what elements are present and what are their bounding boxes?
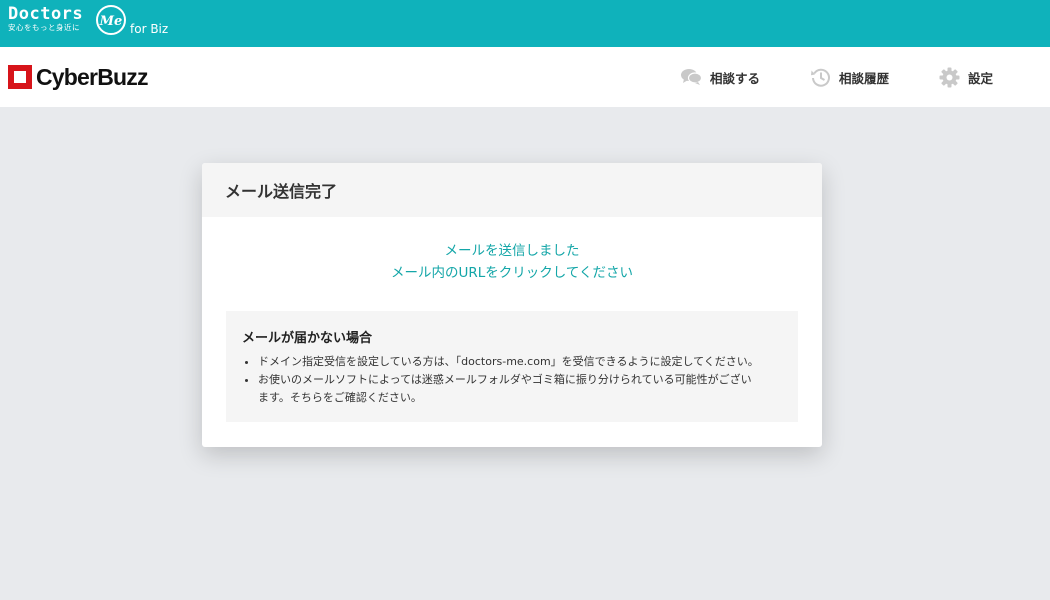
notice-item: ドメイン指定受信を設定している方は、「doctors-me.com」を受信できる… [258,353,782,371]
history-clock-icon [810,67,831,88]
brand-tagline: 安心をもっと身近に [8,23,80,32]
site-header: CyberBuzz 相談する 相談履歴 設定 [0,47,1050,107]
card-header: メール送信完了 [202,163,822,217]
nav-consult-label: 相談する [710,70,761,86]
nav-settings-label: 設定 [968,70,994,86]
nav-consult[interactable]: 相談する [681,47,760,107]
sent-message: メールを送信しました メール内のURLをクリックしてください [202,240,822,284]
card-title: メール送信完了 [225,182,338,201]
company-logo-text: CyberBuzz [36,64,148,90]
nav-history-label: 相談履歴 [839,70,890,86]
not-received-notice: メールが届かない場合 ドメイン指定受信を設定している方は、「doctors-me… [226,311,798,422]
cyberbuzz-logo-icon [8,65,32,89]
nav-history[interactable]: 相談履歴 [810,47,889,107]
notice-item: お使いのメールソフトによっては迷惑メールフォルダやゴミ箱に振り分けられている可能… [258,371,782,407]
gear-icon [939,67,960,88]
brand-name: Doctors [8,4,84,24]
top-brand-bar: Doctors 安心をもっと身近に Me for Biz [0,0,1050,47]
brand-suffix: for Biz [130,22,169,36]
doctors-me-brand[interactable]: Doctors 安心をもっと身近に Me for Biz [8,4,168,36]
nav-settings[interactable]: 設定 [939,47,993,107]
sent-message-line2: メール内のURLをクリックしてください [391,265,633,281]
mail-sent-card: メール送信完了 メールを送信しました メール内のURLをクリックしてください メ… [202,163,822,447]
chat-bubbles-icon [681,68,702,86]
notice-list: ドメイン指定受信を設定している方は、「doctors-me.com」を受信できる… [242,353,782,407]
sent-message-line1: メールを送信しました [444,243,580,259]
brand-me-badge: Me [96,5,126,35]
company-logo[interactable]: CyberBuzz [8,65,148,89]
notice-title: メールが届かない場合 [242,331,373,346]
